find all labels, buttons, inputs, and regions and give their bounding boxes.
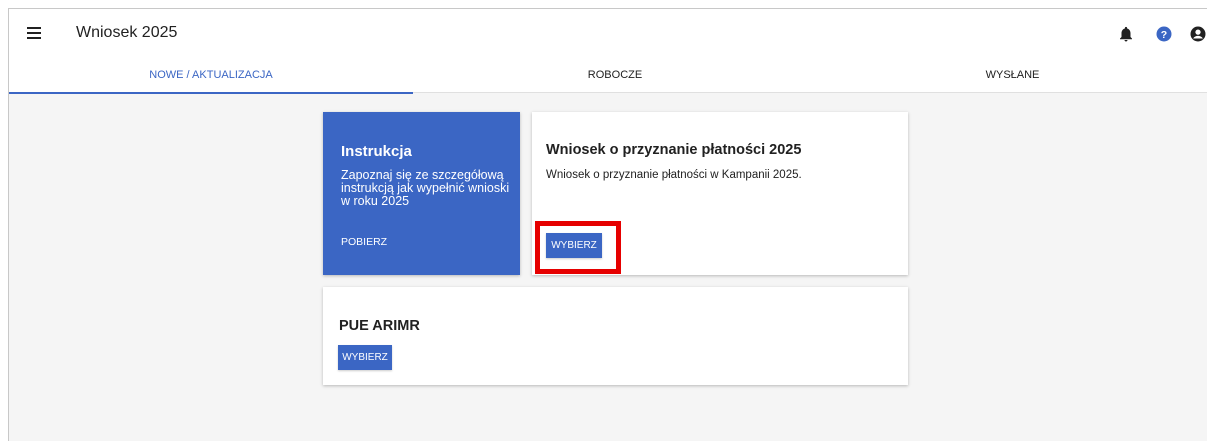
instrukcja-title: Instrukcja — [341, 143, 412, 160]
pue-select-button[interactable]: WYBIERZ — [338, 345, 392, 370]
tab-robocze[interactable]: ROBOCZE — [413, 61, 817, 93]
wniosek-title: Wniosek o przyznanie płatności 2025 — [546, 142, 802, 158]
pobierz-link[interactable]: POBIERZ — [341, 236, 387, 248]
svg-text:?: ? — [1161, 29, 1167, 41]
tab-nowe-aktualizacja[interactable]: NOWE / AKTUALIZACJA — [9, 61, 413, 94]
app-bar: Wniosek 2025 ? — [9, 9, 1207, 61]
pue-arimr-card: PUE ARIMR WYBIERZ — [323, 287, 908, 385]
instrukcja-card: Instrukcja Zapoznaj się ze szczegółową i… — [323, 112, 520, 275]
help-icon[interactable]: ? — [1155, 25, 1173, 43]
account-icon[interactable] — [1189, 25, 1207, 43]
bell-icon[interactable] — [1117, 25, 1135, 43]
wniosek-card: Wniosek o przyznanie płatności 2025 Wnio… — [532, 112, 908, 275]
page-title: Wniosek 2025 — [76, 24, 178, 41]
tab-bar: NOWE / AKTUALIZACJA ROBOCZE WYSŁANE — [9, 61, 1207, 94]
menu-icon[interactable] — [27, 27, 41, 39]
app-frame: Wniosek 2025 ? NOWE / AKTUALIZACJA ROBOC… — [8, 8, 1207, 441]
wniosek-description: Wniosek o przyznanie płatności w Kampani… — [546, 169, 802, 181]
pue-arimr-title: PUE ARIMR — [339, 318, 420, 334]
tab-wyslane[interactable]: WYSŁANE — [817, 61, 1207, 93]
wniosek-select-button[interactable]: WYBIERZ — [546, 233, 602, 258]
instrukcja-text: Zapoznaj się ze szczegółową instrukcją j… — [341, 168, 510, 208]
